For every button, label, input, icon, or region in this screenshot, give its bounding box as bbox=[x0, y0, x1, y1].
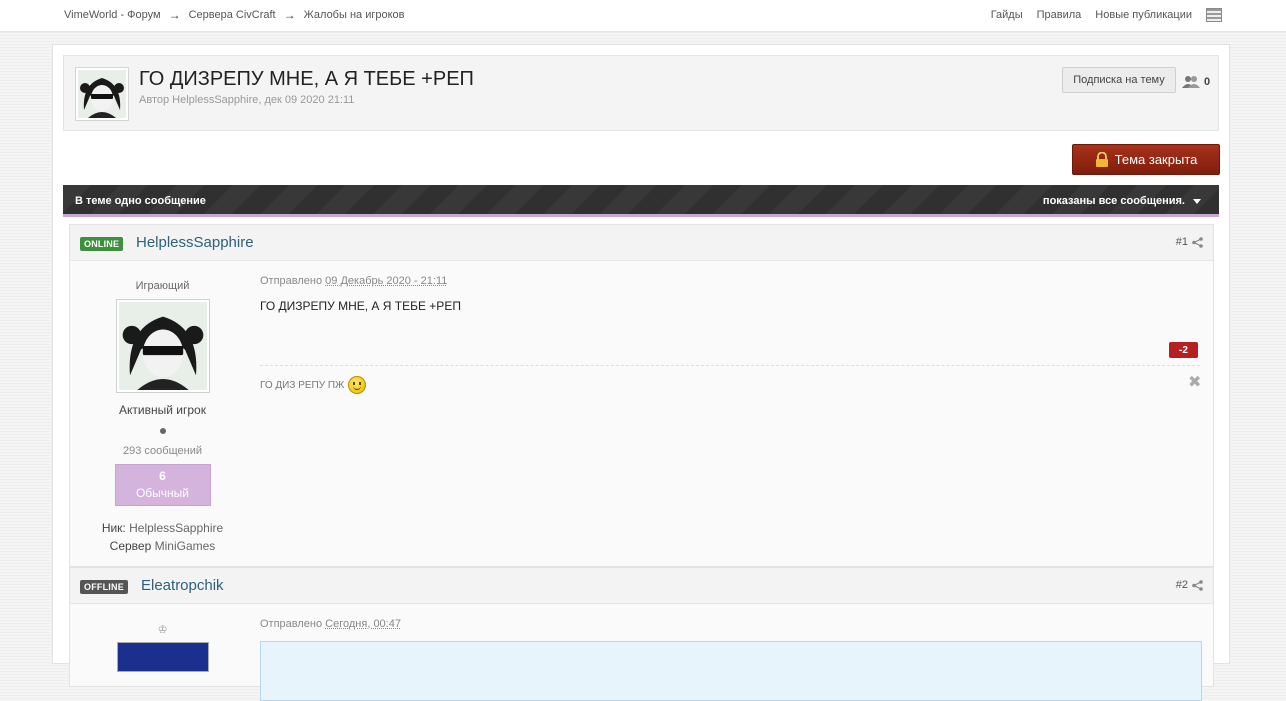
signature-divider bbox=[260, 365, 1200, 366]
topic-meta: Автор HelplessSapphire, дек 09 2020 21:1… bbox=[139, 94, 355, 106]
post-text: ГО ДИЗРЕПУ МНЕ, А Я ТЕБЕ +РЕП bbox=[260, 299, 461, 313]
status-badge: OFFLINE bbox=[80, 580, 128, 594]
menu-icon[interactable] bbox=[1206, 8, 1222, 22]
author-avatar[interactable] bbox=[116, 642, 209, 672]
main-wrapper: ГО ДИЗРЕПУ МНЕ, А Я ТЕБЕ +РЕП Автор Help… bbox=[52, 44, 1230, 701]
breadcrumb-forum[interactable]: VimeWorld - Форум bbox=[64, 9, 161, 21]
topic-title: ГО ДИЗРЕПУ МНЕ, А Я ТЕБЕ +РЕП bbox=[139, 68, 474, 90]
share-icon[interactable] bbox=[1192, 236, 1203, 248]
author-name-link[interactable]: HelplessSapphire bbox=[136, 234, 254, 251]
breadcrumb-separator: → bbox=[168, 8, 181, 22]
signature-text: ГО ДИЗ РЕПУ ПЖ bbox=[260, 379, 345, 391]
topic-closed-label: Тема закрыта bbox=[1114, 152, 1198, 167]
posted-prefix: Отправлено bbox=[260, 618, 323, 630]
rank-pip-icon bbox=[159, 428, 166, 434]
followers-number: 0 bbox=[1204, 75, 1211, 88]
top-navbar: VimeWorld - Форум → Сервера CivCraft → Ж… bbox=[0, 0, 1286, 32]
author-post-count: 293 сообщений bbox=[123, 445, 202, 457]
link-guides[interactable]: Гайды bbox=[991, 9, 1023, 21]
server-label: Сервер bbox=[109, 539, 152, 553]
reputation-badge[interactable]: -2 bbox=[1169, 342, 1198, 358]
post-number[interactable]: #1 bbox=[1176, 236, 1203, 248]
author-title: Активный игрок bbox=[119, 403, 206, 417]
subscribe-button[interactable]: Подписка на тему bbox=[1062, 67, 1176, 93]
topic-info-bar: В теме одно сообщение показаны все сообщ… bbox=[63, 185, 1219, 217]
post-date: Отправлено Сегодня, 00:47 bbox=[260, 618, 401, 630]
post-1: ONLINE HelplessSapphire #1 Играющий Акти… bbox=[69, 224, 1214, 567]
nick-label: Ник: bbox=[101, 521, 126, 535]
post-2: OFFLINE Eleatropchik #2 ♔ Отправлено Сег… bbox=[69, 567, 1214, 701]
rank-name: Обычный bbox=[135, 486, 190, 500]
posted-prefix: Отправлено bbox=[260, 275, 323, 287]
topic-author-avatar[interactable] bbox=[75, 67, 129, 121]
caret-down-icon bbox=[1193, 198, 1201, 204]
post-content: Отправлено 09 Декабрь 2020 - 21:11 ГО ДИ… bbox=[260, 275, 461, 313]
author-info: ♔ bbox=[70, 623, 255, 672]
post-content: Отправлено Сегодня, 00:47 bbox=[260, 618, 401, 630]
author-info: Играющий Активный игрок 293 сообщений 6 … bbox=[70, 280, 255, 553]
topic-closed-button[interactable]: Тема закрыта bbox=[1072, 144, 1220, 175]
post-number-label: #1 bbox=[1175, 236, 1188, 248]
breadcrumb: VimeWorld - Форум → Сервера CivCraft → Ж… bbox=[64, 8, 404, 22]
server-value: MiniGames bbox=[154, 539, 216, 553]
post-date: Отправлено 09 Декабрь 2020 - 21:11 bbox=[260, 275, 461, 287]
author-nick-row: Ник: HelplessSapphire bbox=[70, 521, 255, 535]
breadcrumb-civcraft[interactable]: Сервера CivCraft bbox=[189, 9, 276, 21]
users-icon bbox=[1182, 76, 1200, 88]
post-count-text: В теме одно сообщение bbox=[75, 195, 206, 207]
author-avatar[interactable] bbox=[115, 299, 210, 393]
author-server-row: Сервер MiniGames bbox=[70, 539, 255, 553]
post-header: OFFLINE Eleatropchik #2 bbox=[70, 568, 1213, 604]
lock-icon bbox=[1095, 152, 1108, 167]
link-rules[interactable]: Правила bbox=[1037, 9, 1082, 21]
top-links: Гайды Правила Новые публикации bbox=[991, 8, 1222, 22]
signature: ГО ДИЗ РЕПУ ПЖ bbox=[260, 376, 367, 394]
smiley-icon bbox=[348, 376, 367, 394]
link-new-posts[interactable]: Новые публикации bbox=[1095, 9, 1192, 21]
author-name-link[interactable]: Eleatropchik bbox=[141, 577, 224, 594]
breadcrumb-separator: → bbox=[283, 8, 296, 22]
post-number[interactable]: #2 bbox=[1176, 579, 1203, 591]
followers-count[interactable]: 0 bbox=[1182, 75, 1210, 88]
show-posts-label: показаны все сообщения. bbox=[1042, 195, 1185, 207]
share-icon[interactable] bbox=[1192, 579, 1203, 591]
author-group: Играющий bbox=[135, 280, 190, 292]
reputation-rank-box: 6 Обычный bbox=[114, 464, 211, 506]
post-header: ONLINE HelplessSapphire #1 bbox=[70, 225, 1213, 261]
crown-icon: ♔ bbox=[157, 624, 168, 636]
post-number-label: #2 bbox=[1175, 579, 1188, 591]
close-icon[interactable]: ✖ bbox=[1188, 372, 1201, 392]
quote-box bbox=[260, 641, 1202, 701]
topic-header: ГО ДИЗРЕПУ МНЕ, А Я ТЕБЕ +РЕП Автор Help… bbox=[63, 55, 1219, 131]
nick-value: HelplessSapphire bbox=[129, 521, 224, 535]
show-posts-dropdown[interactable]: показаны все сообщения. bbox=[1043, 195, 1201, 207]
posted-date-link[interactable]: 09 Декабрь 2020 - 21:11 bbox=[325, 275, 447, 287]
posted-date-link[interactable]: Сегодня, 00:47 bbox=[325, 618, 401, 630]
rank-level: 6 bbox=[159, 469, 166, 483]
status-badge: ONLINE bbox=[80, 237, 124, 251]
breadcrumb-complaints[interactable]: Жалобы на игроков bbox=[304, 9, 405, 21]
